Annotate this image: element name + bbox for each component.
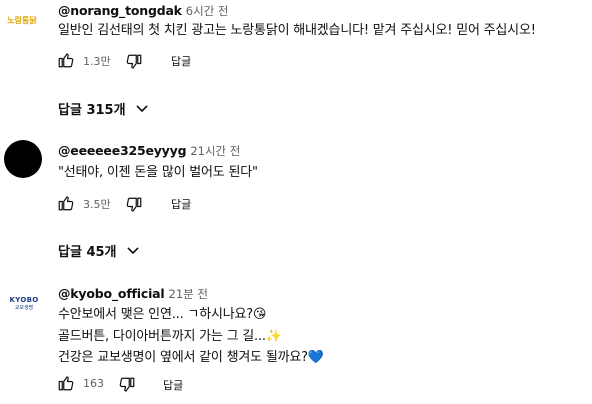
- like-button[interactable]: [57, 51, 75, 69]
- comment-author[interactable]: @eeeeee325eyyyg: [58, 143, 187, 158]
- comment-timestamp[interactable]: 21분 전: [169, 287, 208, 301]
- comment-text-line: 건강은 교보생명이 옆에서 같이 챙겨도 될까요?💙: [58, 350, 324, 365]
- reply-button[interactable]: 답글: [171, 196, 191, 212]
- avatar-logo-subtext: 교보생명: [14, 304, 34, 311]
- view-replies-button[interactable]: 답글 315개: [58, 99, 150, 118]
- chevron-down-icon: [136, 105, 148, 112]
- avatar-logo-text: KYOBO: [9, 295, 39, 304]
- like-count: 163: [83, 377, 104, 390]
- replies-label: 답글 45개: [58, 245, 117, 260]
- thumbs-down-icon: [126, 54, 142, 69]
- avatar[interactable]: 노랑통닭: [4, 2, 40, 38]
- reply-button[interactable]: 답글: [163, 377, 183, 393]
- dislike-button[interactable]: [125, 196, 143, 214]
- avatar[interactable]: [4, 140, 42, 178]
- thumbs-up-icon: [58, 196, 74, 211]
- thumbs-up-icon: [58, 376, 74, 391]
- thumbs-down-icon: [119, 377, 135, 392]
- replies-label: 답글 315개: [58, 103, 126, 118]
- comment-author[interactable]: @norang_tongdak: [58, 3, 182, 18]
- like-count: 1.3만: [83, 55, 111, 68]
- comment-text-line: 골드버튼, 다이아버튼까지 가는 그 길...✨: [58, 329, 282, 344]
- comment-text-line: 수안보에서 맺은 인연... ㄱ하시나요?😘: [58, 307, 267, 322]
- comment-author[interactable]: @kyobo_official: [58, 286, 165, 301]
- dislike-button[interactable]: [118, 376, 136, 394]
- like-button[interactable]: [57, 374, 75, 392]
- chevron-down-icon: [127, 247, 138, 254]
- thumbs-down-icon: [126, 197, 142, 212]
- comment-timestamp[interactable]: 6시간 전: [186, 4, 229, 18]
- avatar-logo-text: 노랑통닭: [7, 15, 37, 25]
- like-button[interactable]: [57, 194, 75, 212]
- reply-button[interactable]: 답글: [171, 53, 191, 69]
- avatar[interactable]: KYOBO 교보생명: [4, 283, 44, 323]
- comment-text: "선태야, 이젠 돈을 많이 벌어도 된다": [58, 165, 258, 180]
- comment-text: 일반인 김선태의 첫 치킨 광고는 노랑통닭이 해내겠습니다! 맡겨 주십시오!…: [58, 23, 536, 38]
- view-replies-button[interactable]: 답글 45개: [58, 241, 141, 260]
- dislike-button[interactable]: [125, 53, 143, 71]
- like-count: 3.5만: [83, 198, 111, 211]
- thumbs-up-icon: [58, 53, 74, 68]
- comment-timestamp[interactable]: 21시간 전: [190, 144, 240, 158]
